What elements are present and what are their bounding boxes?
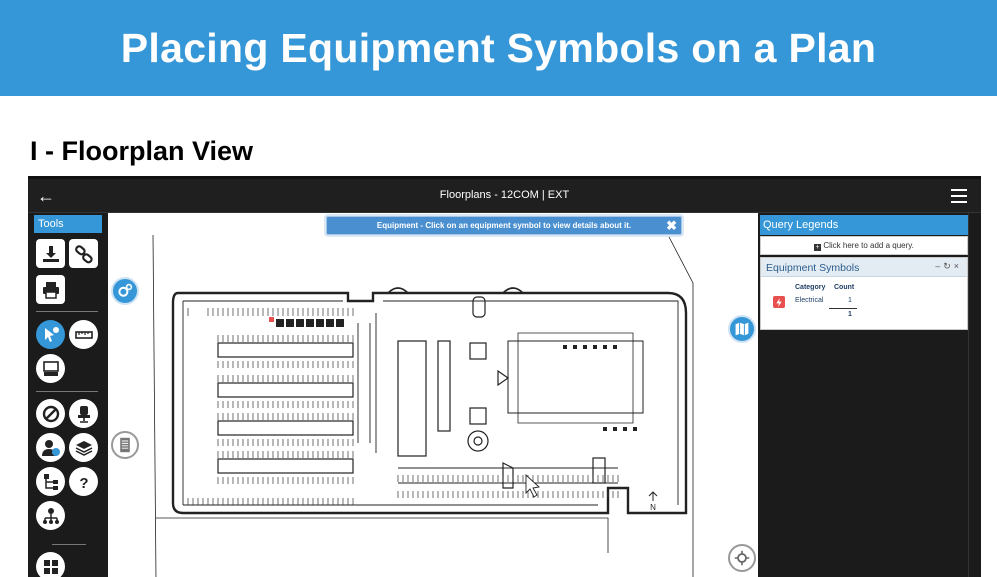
- printer-icon: [42, 281, 59, 299]
- help-button[interactable]: ?: [69, 467, 98, 496]
- report-float-button[interactable]: [111, 431, 139, 459]
- office-chair-icon: [77, 405, 90, 423]
- section-title: I - Floorplan View: [30, 136, 254, 166]
- question-icon: ?: [79, 475, 88, 492]
- download-icon: [42, 245, 59, 262]
- svg-text:?: ?: [79, 475, 88, 492]
- add-query-label: Click here to add a query.: [823, 241, 914, 250]
- chain-link-icon: [74, 244, 93, 263]
- print-button[interactable]: [36, 275, 65, 304]
- floor-area-button[interactable]: [36, 354, 65, 383]
- measure-button[interactable]: [69, 320, 98, 349]
- banner-title: Placing Equipment Symbols on a Plan: [120, 24, 877, 71]
- tools-divider: [36, 311, 98, 312]
- tools-panel: Tools ?: [34, 213, 102, 577]
- count-electrical: 1: [848, 297, 852, 304]
- tools-label: Tools: [34, 215, 102, 233]
- org-chart-button[interactable]: [36, 501, 65, 530]
- user-check-icon: [41, 439, 60, 456]
- layers-button[interactable]: [69, 433, 98, 462]
- clear-button[interactable]: [36, 399, 65, 428]
- dashboard-button[interactable]: [36, 552, 65, 577]
- floorplan-canvas[interactable]: N Equipment - Click on an equipment symb…: [108, 213, 758, 577]
- banner: Placing Equipment Symbols on a Plan: [0, 0, 997, 96]
- equipment-symbols-header: Equipment Symbols –↻×: [761, 258, 967, 277]
- map-icon: [735, 322, 749, 336]
- add-query-button[interactable]: + Click here to add a query.: [760, 236, 968, 255]
- category-column-header: Category: [795, 284, 826, 291]
- gears-icon: [118, 283, 133, 297]
- layers-icon: [75, 440, 92, 456]
- north-label: N: [650, 503, 656, 512]
- occupants-button[interactable]: [36, 433, 65, 462]
- equipment-symbol-row: [269, 317, 344, 327]
- room-ruler-icon: [42, 360, 59, 376]
- app-header: ← Floorplans - 12COM | EXT: [28, 179, 981, 213]
- electrical-bolt-icon: [773, 296, 785, 308]
- panel-scrollbar[interactable]: [968, 213, 981, 577]
- cursor-info-icon: [44, 326, 59, 342]
- equipment-notice-text: Equipment - Click on an equipment symbol…: [376, 221, 632, 230]
- link-button[interactable]: [69, 239, 98, 268]
- equipment-notice-bar: Equipment - Click on an equipment symbol…: [326, 216, 682, 235]
- floorplan-drawing: N: [152, 234, 694, 577]
- furniture-button[interactable]: [69, 399, 98, 428]
- floorplan-app: ← Floorplans - 12COM | EXT Tools ? N Equ…: [28, 176, 981, 577]
- grid-icon: [43, 559, 58, 574]
- org-chart-icon: [42, 507, 59, 524]
- close-icon[interactable]: ✖: [666, 219, 677, 232]
- select-info-button[interactable]: [36, 320, 65, 349]
- settings-float-button[interactable]: [111, 277, 139, 305]
- hamburger-menu-icon[interactable]: [951, 189, 967, 203]
- download-button[interactable]: [36, 239, 65, 268]
- prohibited-icon: [42, 405, 59, 422]
- zoom-extents-float-button[interactable]: [728, 544, 756, 572]
- equipment-symbols-panel: Equipment Symbols –↻× Category Count Ele…: [760, 257, 968, 330]
- app-title: Floorplans - 12COM | EXT: [439, 189, 570, 201]
- category-electrical[interactable]: Electrical: [795, 297, 823, 304]
- ruler-icon: [74, 330, 93, 339]
- tree-structure-icon: [43, 473, 58, 490]
- tools-divider: [52, 544, 86, 545]
- hierarchy-button[interactable]: [36, 467, 65, 496]
- map-float-button[interactable]: [728, 315, 756, 343]
- query-legends-title: Query Legends: [760, 215, 968, 235]
- legend-panel: Query Legends + Click here to add a quer…: [760, 213, 968, 577]
- document-list-icon: [120, 437, 130, 453]
- count-total: 1: [848, 311, 852, 318]
- equipment-symbols-title: Equipment Symbols: [766, 262, 860, 274]
- panel-window-controls[interactable]: –↻×: [935, 261, 962, 272]
- count-column-header: Count: [834, 284, 855, 291]
- tools-divider: [36, 391, 98, 392]
- total-divider: [829, 308, 857, 309]
- plus-box-icon: +: [814, 244, 822, 251]
- crosshair-gear-icon: [734, 550, 750, 566]
